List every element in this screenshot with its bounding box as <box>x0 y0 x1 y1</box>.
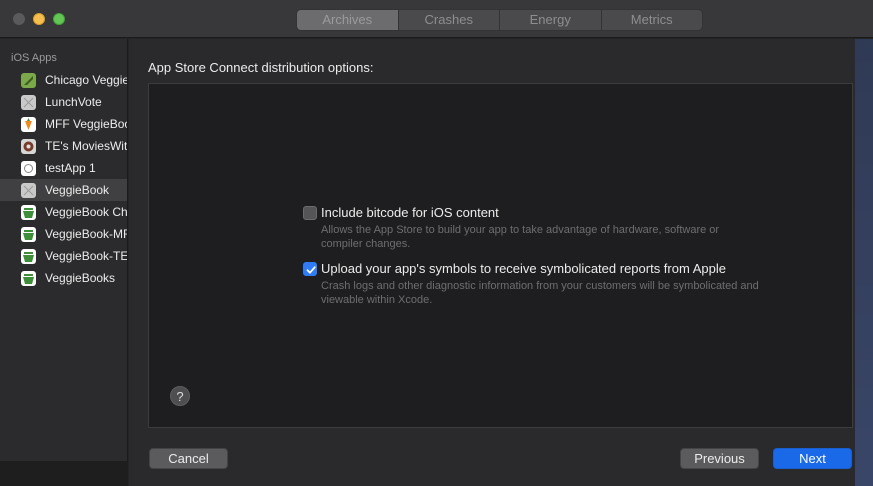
help-button[interactable]: ? <box>170 386 190 406</box>
sidebar-item-label: VeggieBook <box>45 183 110 197</box>
upload-symbols-option-description: Crash logs and other diagnostic informat… <box>321 280 759 306</box>
previous-button[interactable]: Previous <box>680 448 759 469</box>
minimize-window-button[interactable] <box>33 13 45 25</box>
cancel-button[interactable]: Cancel <box>149 448 228 469</box>
sidebar-item-label: Chicago Veggie <box>45 73 128 87</box>
window-bottom-edge <box>0 461 128 486</box>
sheet-title: App Store Connect distribution options: <box>148 60 374 75</box>
sidebar-item-mff-veggiebook[interactable]: MFF VeggieBoo <box>0 113 127 135</box>
mff-veggiebook-app-icon <box>21 116 36 132</box>
xcode-organizer-window: Archives Crashes Energy Metrics iOS Apps… <box>0 0 873 486</box>
sidebar-item-te-movies[interactable]: TE's MoviesWith <box>0 135 127 157</box>
sidebar-item-veggiebook[interactable]: VeggieBook <box>0 179 127 201</box>
sidebar-item-veggiebook-mf[interactable]: VeggieBook-MF <box>0 223 127 245</box>
checkmark-icon <box>306 266 316 274</box>
sidebar-item-label: LunchVote <box>45 95 102 109</box>
upload-symbols-option-title: Upload your app's symbols to receive sym… <box>321 261 726 276</box>
sidebar-item-testapp[interactable]: testApp 1 <box>0 157 127 179</box>
sidebar-item-label: TE's MoviesWith <box>45 139 128 153</box>
sidebar-item-lunchvote[interactable]: LunchVote <box>0 91 127 113</box>
upload-symbols-checkbox[interactable] <box>303 262 317 276</box>
organizer-tabs: Archives Crashes Energy Metrics <box>296 9 703 31</box>
apps-sidebar: iOS Apps Chicago Veggie LunchVote MFF Ve… <box>0 39 128 461</box>
distribution-options-sheet: App Store Connect distribution options: … <box>129 39 873 486</box>
sidebar-item-chicago-veggie[interactable]: Chicago Veggie <box>0 69 127 91</box>
sidebar-section-header: iOS Apps <box>11 52 57 64</box>
lunchvote-app-icon <box>21 94 36 110</box>
testapp-app-icon <box>21 160 36 176</box>
desktop-backdrop <box>855 39 873 486</box>
sidebar-item-veggiebooks[interactable]: VeggieBooks <box>0 267 127 289</box>
sidebar-item-label: VeggieBooks <box>45 271 116 285</box>
tab-crashes[interactable]: Crashes <box>399 10 500 30</box>
sidebar-item-label: VeggieBook-MF <box>45 227 128 241</box>
titlebar: Archives Crashes Energy Metrics <box>0 0 873 38</box>
next-button[interactable]: Next <box>773 448 852 469</box>
tab-archives[interactable]: Archives <box>297 10 399 30</box>
bitcode-option-title: Include bitcode for iOS content <box>321 205 499 220</box>
veggiebook-chi-app-icon <box>21 204 36 220</box>
te-movies-app-icon <box>21 138 36 154</box>
tab-metrics[interactable]: Metrics <box>602 10 703 30</box>
sidebar-item-label: VeggieBook-TE <box>45 249 128 263</box>
veggiebook-te-app-icon <box>21 248 36 264</box>
bitcode-checkbox[interactable] <box>303 206 317 220</box>
close-window-button[interactable] <box>13 13 25 25</box>
sidebar-item-veggiebook-te[interactable]: VeggieBook-TE <box>0 245 127 267</box>
veggiebook-mf-app-icon <box>21 226 36 242</box>
options-panel: Include bitcode for iOS content Allows t… <box>148 83 853 428</box>
sidebar-item-veggiebook-chi[interactable]: VeggieBook Chi <box>0 201 127 223</box>
sidebar-item-label: VeggieBook Chi <box>45 205 128 219</box>
sidebar-item-label: MFF VeggieBoo <box>45 117 128 131</box>
veggiebook-app-icon <box>21 182 36 198</box>
tab-energy[interactable]: Energy <box>500 10 602 30</box>
bitcode-option-description: Allows the App Store to build your app t… <box>321 224 720 250</box>
zoom-window-button[interactable] <box>53 13 65 25</box>
chicago-veggie-app-icon <box>21 72 36 88</box>
veggiebooks-app-icon <box>21 270 36 286</box>
sidebar-item-label: testApp 1 <box>45 161 96 175</box>
